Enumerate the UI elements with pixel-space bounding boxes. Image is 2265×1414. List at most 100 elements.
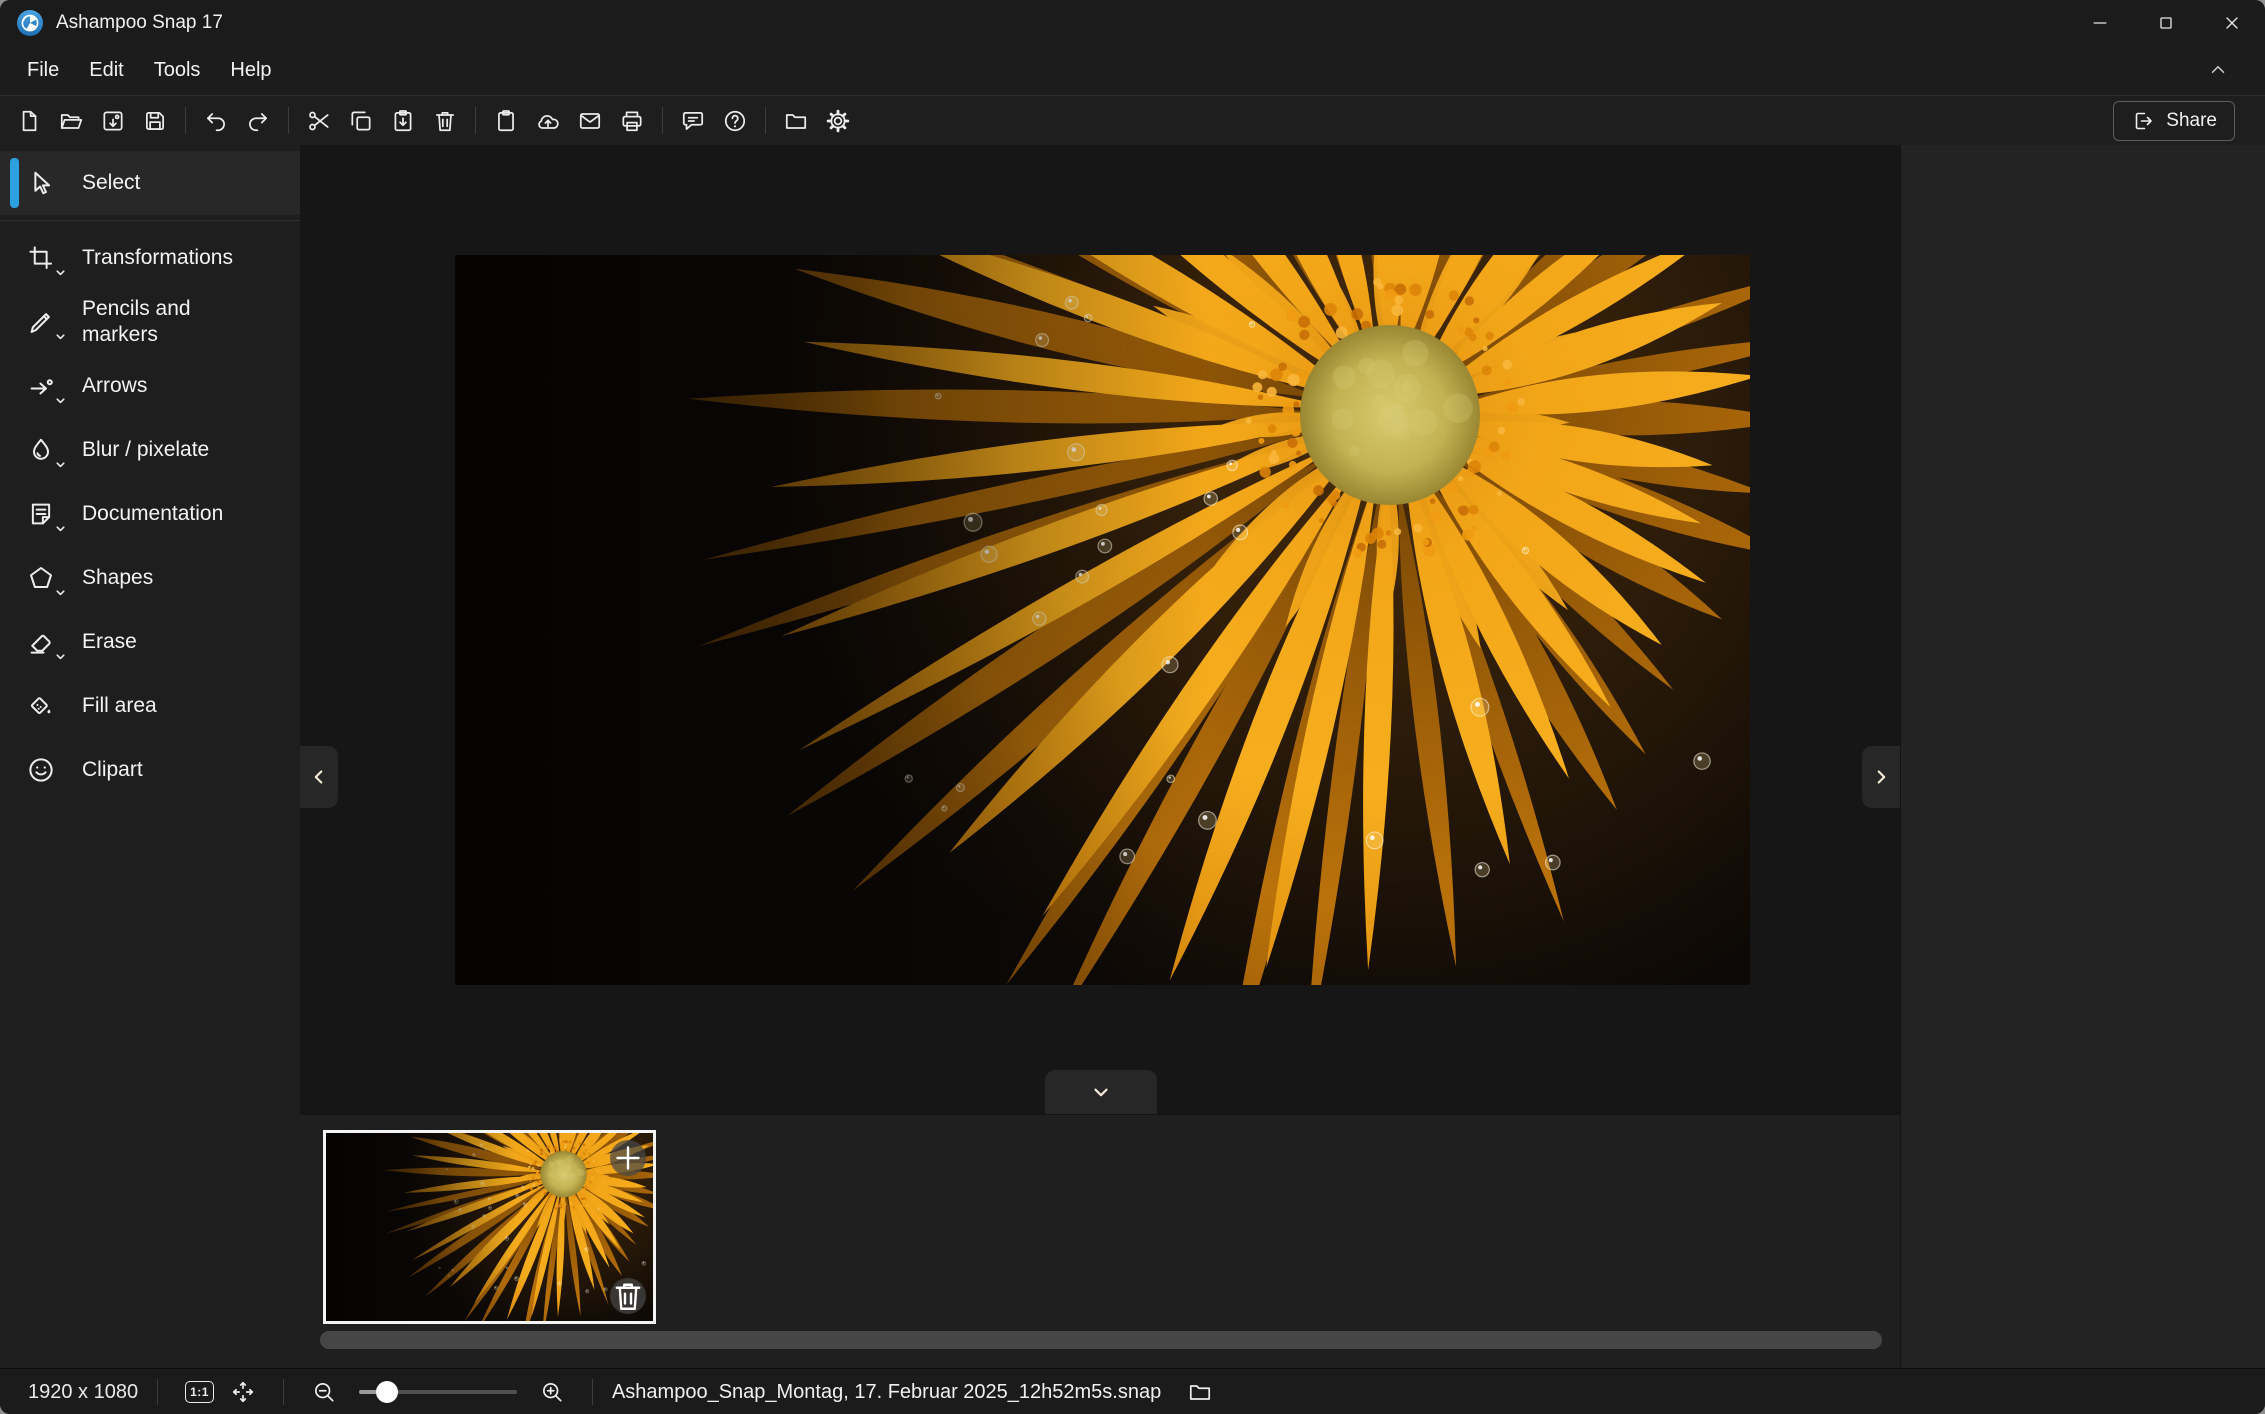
submenu-indicator xyxy=(54,330,67,343)
sidebar-divider xyxy=(0,220,300,221)
import-image-button[interactable] xyxy=(92,101,134,141)
menu-file[interactable]: File xyxy=(12,52,74,89)
zoom-slider[interactable] xyxy=(359,1380,517,1404)
send-by-e-mail-button[interactable] xyxy=(569,101,611,141)
sidebar-icon-wrap xyxy=(26,755,56,785)
sidebar-item-fill-area[interactable]: Fill area xyxy=(0,674,300,738)
email-icon xyxy=(577,108,603,134)
delete-button[interactable] xyxy=(424,101,466,141)
zoom-slider-track xyxy=(387,1390,517,1394)
zoom-out-button[interactable] xyxy=(303,1374,345,1410)
paste-button[interactable] xyxy=(382,101,424,141)
sidebar-icon-wrap xyxy=(26,243,56,273)
thumbnail-delete-button[interactable] xyxy=(610,1278,646,1314)
menu-edit[interactable]: Edit xyxy=(74,52,138,89)
print-button[interactable] xyxy=(611,101,653,141)
statusbar-separator xyxy=(157,1379,158,1405)
sidebar-item-documentation[interactable]: Documentation xyxy=(0,482,300,546)
sidebar-item-label: Erase xyxy=(82,629,137,655)
share-button[interactable]: Share xyxy=(2113,101,2235,141)
sidebar-item-pencils-and-markers[interactable]: Pencils and markers xyxy=(0,290,300,354)
sidebar-item-transformations[interactable]: Transformations xyxy=(0,226,300,290)
minimize-button[interactable] xyxy=(2067,0,2133,45)
submenu-indicator xyxy=(54,394,67,407)
redo-button[interactable] xyxy=(237,101,279,141)
cloud-upload-icon xyxy=(535,108,561,134)
submenu-indicator xyxy=(54,458,67,471)
sidebar-item-clipart[interactable]: Clipart xyxy=(0,738,300,802)
undo-button[interactable] xyxy=(195,101,237,141)
document-note-icon xyxy=(26,499,56,529)
arrow-tool-icon xyxy=(26,371,56,401)
selected-accent-bar xyxy=(10,158,19,208)
submenu-indicator xyxy=(54,586,67,599)
clipboard-icon xyxy=(493,108,519,134)
pentagon-icon xyxy=(26,563,56,593)
menu-help[interactable]: Help xyxy=(215,52,286,89)
filmstrip-panel xyxy=(300,1114,1900,1368)
window-controls xyxy=(2067,0,2265,45)
zoom-slider-knob[interactable] xyxy=(376,1381,398,1403)
sidebar-icon-wrap xyxy=(26,307,56,337)
chevron-down-icon xyxy=(1090,1081,1112,1103)
sidebar-item-blur-pixelate[interactable]: Blur / pixelate xyxy=(0,418,300,482)
thumbnail-add-button[interactable] xyxy=(610,1140,646,1176)
sidebar-item-select[interactable]: Select xyxy=(0,151,300,215)
chevron-down-icon xyxy=(54,458,67,471)
import-image-icon xyxy=(100,108,126,134)
pan-tool-button[interactable] xyxy=(222,1374,264,1410)
save-button[interactable] xyxy=(134,101,176,141)
sidebar-icon-wrap xyxy=(26,691,56,721)
open-containing-folder-button[interactable] xyxy=(775,101,817,141)
copy-to-clipboard-button[interactable] xyxy=(485,101,527,141)
chevron-down-icon xyxy=(54,330,67,343)
panel-expand-right-button[interactable] xyxy=(1862,746,1900,808)
collapse-ribbon-button[interactable] xyxy=(2203,55,2233,85)
settings-button[interactable] xyxy=(817,101,859,141)
sidebar-item-label: Fill area xyxy=(82,693,157,719)
editor-canvas[interactable] xyxy=(300,145,1900,1114)
upload-to-cloud-button[interactable] xyxy=(527,101,569,141)
zoom-one-to-one-button[interactable]: 1:1 xyxy=(177,1374,222,1410)
win-min-icon xyxy=(2090,13,2110,33)
trash-icon xyxy=(610,1278,646,1314)
sidebar-icon-wrap xyxy=(26,499,56,529)
help-button[interactable] xyxy=(714,101,756,141)
sidebar-item-arrows[interactable]: Arrows xyxy=(0,354,300,418)
sidebar-icon-wrap xyxy=(26,435,56,465)
open-file-location-button[interactable] xyxy=(1179,1374,1221,1410)
zoom-in-button[interactable] xyxy=(531,1374,573,1410)
filmstrip-scrollbar[interactable] xyxy=(320,1331,1882,1349)
cut-button[interactable] xyxy=(298,101,340,141)
win-max-icon xyxy=(2156,13,2176,33)
filename-label: Ashampoo_Snap_Montag, 17. Februar 2025_1… xyxy=(612,1381,1161,1404)
panel-expand-left-button[interactable] xyxy=(300,746,338,808)
thumbnail-image xyxy=(326,1133,653,1321)
menu-tools[interactable]: Tools xyxy=(139,52,216,89)
plus-icon xyxy=(610,1140,646,1176)
toolbar-separator xyxy=(288,107,289,134)
panel-expand-bottom-button[interactable] xyxy=(1045,1070,1157,1114)
trash-icon xyxy=(432,108,458,134)
chevron-down-icon xyxy=(54,394,67,407)
chevron-right-icon xyxy=(1870,766,1892,788)
new-button[interactable] xyxy=(8,101,50,141)
sidebar-item-label: Arrows xyxy=(82,373,147,399)
feedback-button[interactable] xyxy=(672,101,714,141)
maximize-button[interactable] xyxy=(2133,0,2199,45)
close-button[interactable] xyxy=(2199,0,2265,45)
move-icon xyxy=(230,1379,256,1405)
redo-icon xyxy=(245,108,271,134)
open-button[interactable] xyxy=(50,101,92,141)
capture-thumbnail[interactable] xyxy=(323,1130,656,1324)
canvas-image[interactable] xyxy=(455,255,1750,985)
one-to-one-icon: 1:1 xyxy=(185,1381,214,1403)
copy-button[interactable] xyxy=(340,101,382,141)
sidebar-item-erase[interactable]: Erase xyxy=(0,610,300,674)
sidebar-item-shapes[interactable]: Shapes xyxy=(0,546,300,610)
statusbar-separator xyxy=(283,1379,284,1405)
print-icon xyxy=(619,108,645,134)
toolbar-separator xyxy=(662,107,663,134)
submenu-indicator xyxy=(54,650,67,663)
paste-icon xyxy=(390,108,416,134)
